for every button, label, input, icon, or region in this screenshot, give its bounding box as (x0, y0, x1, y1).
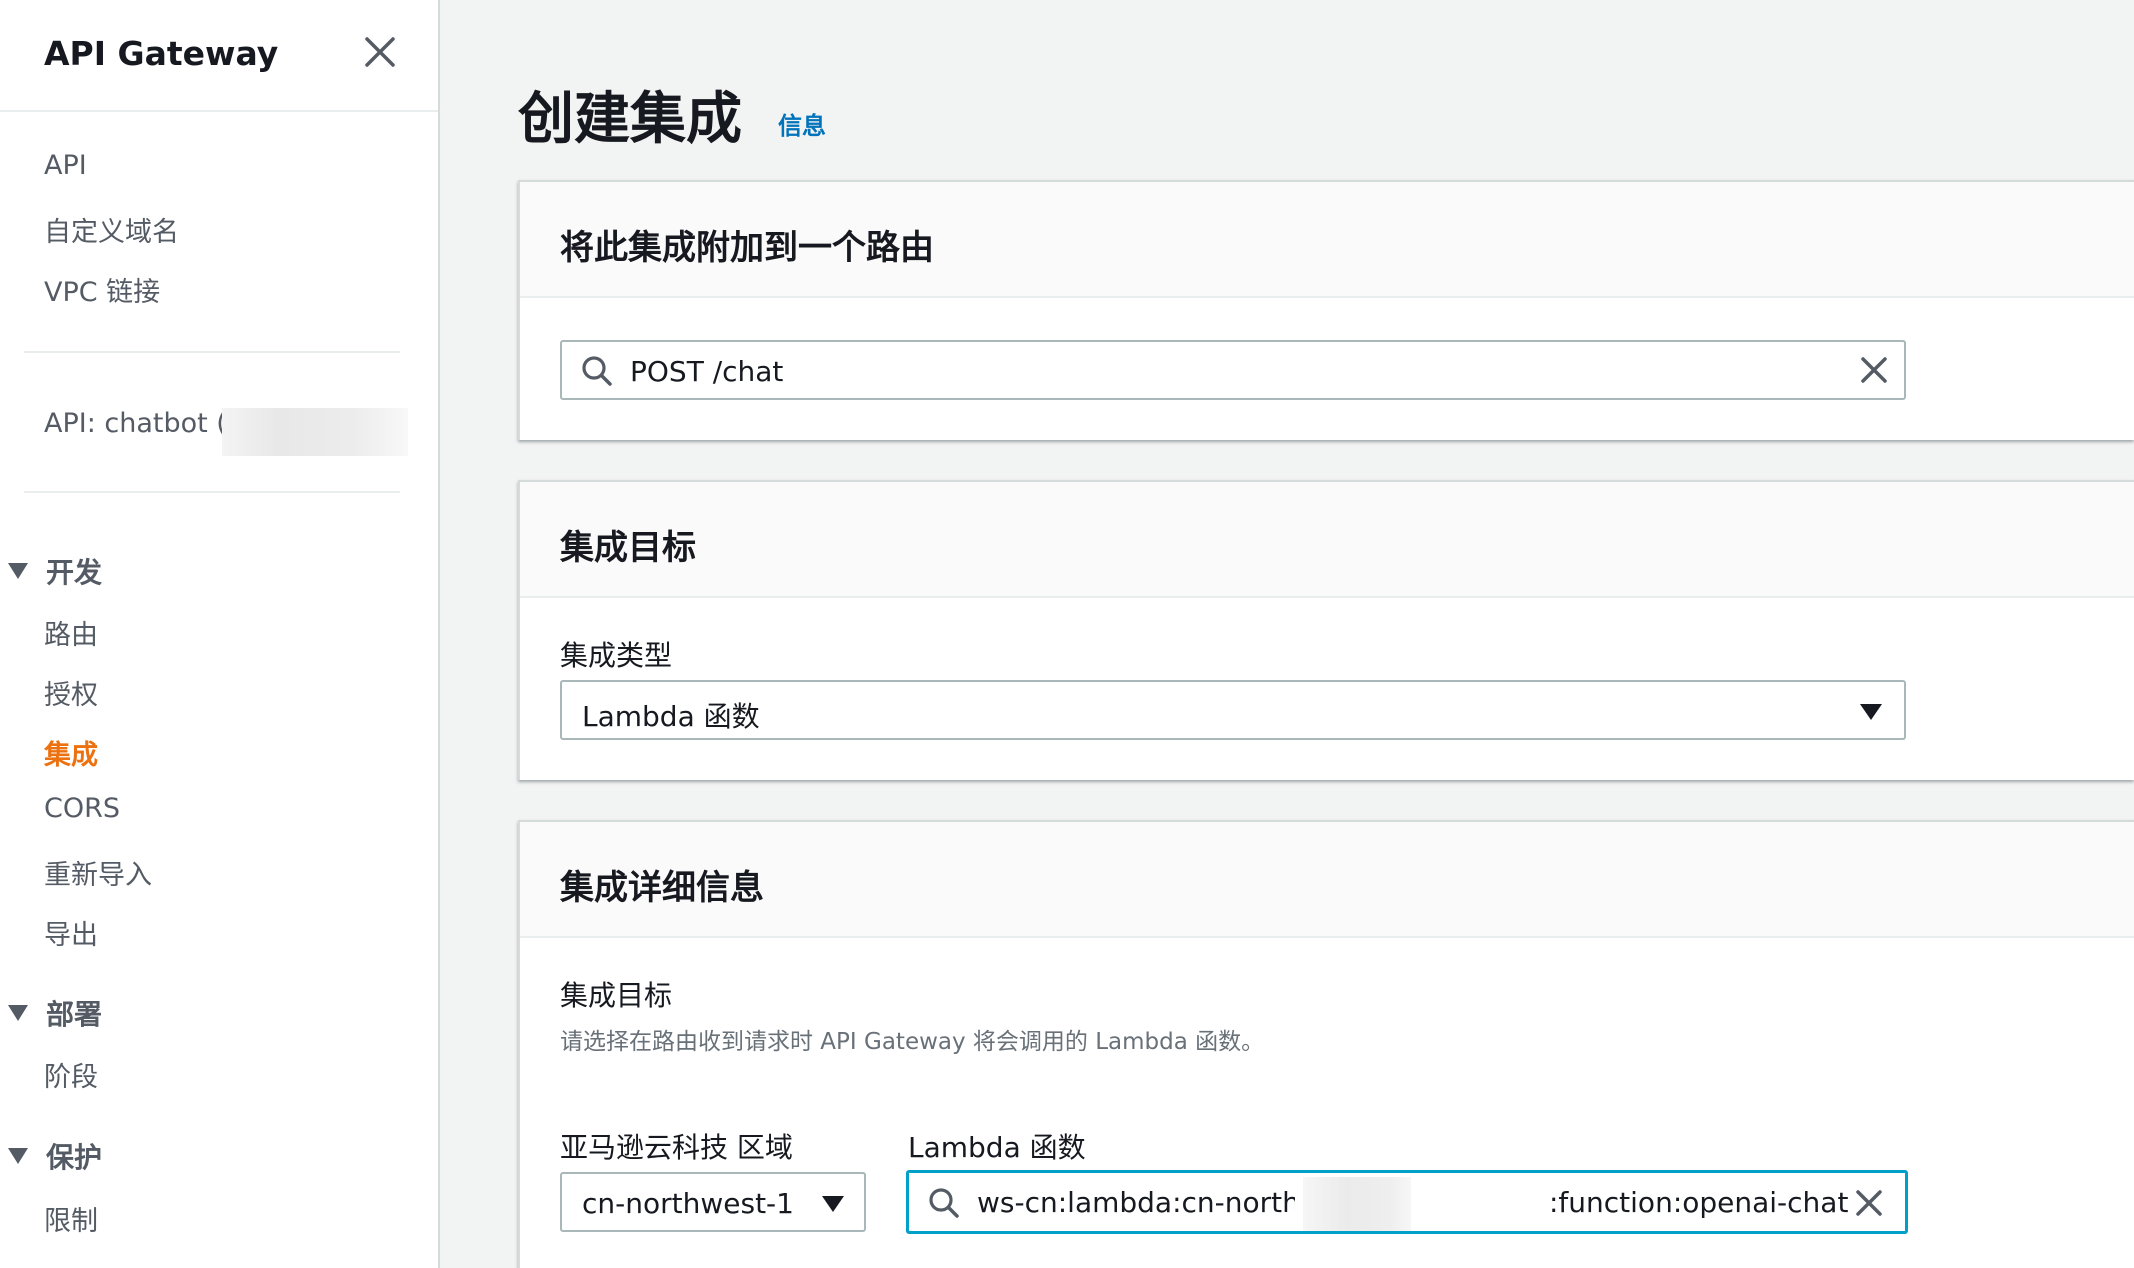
integration-type-label: 集成类型 (560, 639, 673, 672)
sidebar-section-develop[interactable]: 开发 (8, 551, 102, 591)
route-panel: 将此集成附加到一个路由 POST /chat (518, 180, 2134, 440)
sidebar-section-deploy[interactable]: 部署 (8, 993, 102, 1033)
sidebar-item-routes[interactable]: 路由 (44, 613, 98, 652)
panel-header: 将此集成附加到一个路由 (520, 182, 2134, 298)
integration-target-description: 请选择在路由收到请求时 API Gateway 将会调用的 Lambda 函数。 (560, 1029, 1265, 1055)
search-icon (582, 356, 612, 386)
info-link[interactable]: 信息 (778, 106, 826, 141)
caret-down-icon (1860, 704, 1882, 720)
lambda-function-input[interactable]: ws-cn:lambda:cn-northwest-1:765 :functio… (906, 1170, 1908, 1234)
panel-header: 集成详细信息 (520, 822, 2134, 938)
sidebar-api-name[interactable]: API: chatbot (c (44, 408, 242, 439)
integration-target-panel: 集成目标 集成类型 Lambda 函数 (518, 480, 2134, 780)
sidebar-item-custom-domains[interactable]: 自定义域名 (44, 210, 179, 249)
lambda-function-label: Lambda 函数 (908, 1131, 1086, 1164)
sidebar-divider (24, 491, 400, 493)
integration-target-label: 集成目标 (560, 979, 673, 1012)
sidebar-item-cors[interactable]: CORS (44, 793, 120, 824)
region-select[interactable]: cn-northwest-1 (560, 1172, 866, 1232)
panel-title: 将此集成附加到一个路由 (560, 228, 934, 268)
sidebar: API Gateway API 自定义域名 VPC 链接 API: chatbo… (0, 0, 440, 1268)
sidebar-item-reimport[interactable]: 重新导入 (44, 853, 152, 892)
redacted-block (222, 408, 408, 456)
caret-down-icon (8, 1148, 28, 1164)
sidebar-divider (24, 351, 400, 353)
route-search-input[interactable]: POST /chat (560, 340, 1906, 400)
close-icon[interactable] (358, 30, 402, 74)
sidebar-item-vpc-links[interactable]: VPC 链接 (44, 270, 160, 309)
sidebar-item-api[interactable]: API (44, 150, 87, 181)
page-title: 创建集成 (518, 87, 742, 152)
lambda-function-value-prefix: ws-cn:lambda:cn-northwest-1:765 (977, 1186, 1295, 1219)
sidebar-item-throttling[interactable]: 限制 (44, 1199, 98, 1238)
lambda-function-value-suffix: :function:openai-chat (1549, 1186, 1849, 1219)
sidebar-title: API Gateway (44, 34, 279, 73)
sidebar-item-authorization[interactable]: 授权 (44, 673, 98, 712)
panel-title: 集成目标 (560, 528, 696, 568)
caret-down-icon (8, 1005, 28, 1021)
sidebar-section-protect[interactable]: 保护 (8, 1136, 102, 1176)
route-value: POST /chat (630, 355, 784, 388)
clear-icon[interactable] (1858, 354, 1890, 386)
panel-title: 集成详细信息 (560, 868, 764, 908)
integration-type-value: Lambda 函数 (582, 700, 760, 733)
region-value: cn-northwest-1 (582, 1187, 794, 1220)
caret-down-icon (822, 1196, 844, 1212)
search-icon (929, 1188, 959, 1218)
sidebar-item-export[interactable]: 导出 (44, 913, 98, 952)
caret-down-icon (8, 563, 28, 579)
sidebar-item-integrations[interactable]: 集成 (44, 733, 98, 772)
panel-header: 集成目标 (520, 482, 2134, 598)
integration-type-select[interactable]: Lambda 函数 (560, 680, 1906, 740)
redacted-block (1303, 1177, 1411, 1231)
sidebar-header: API Gateway (0, 0, 438, 112)
clear-icon[interactable] (1853, 1187, 1885, 1219)
integration-details-panel: 集成详细信息 集成目标 请选择在路由收到请求时 API Gateway 将会调用… (518, 820, 2134, 1268)
region-label: 亚马逊云科技 区域 (560, 1131, 793, 1164)
sidebar-item-stages[interactable]: 阶段 (44, 1055, 98, 1094)
